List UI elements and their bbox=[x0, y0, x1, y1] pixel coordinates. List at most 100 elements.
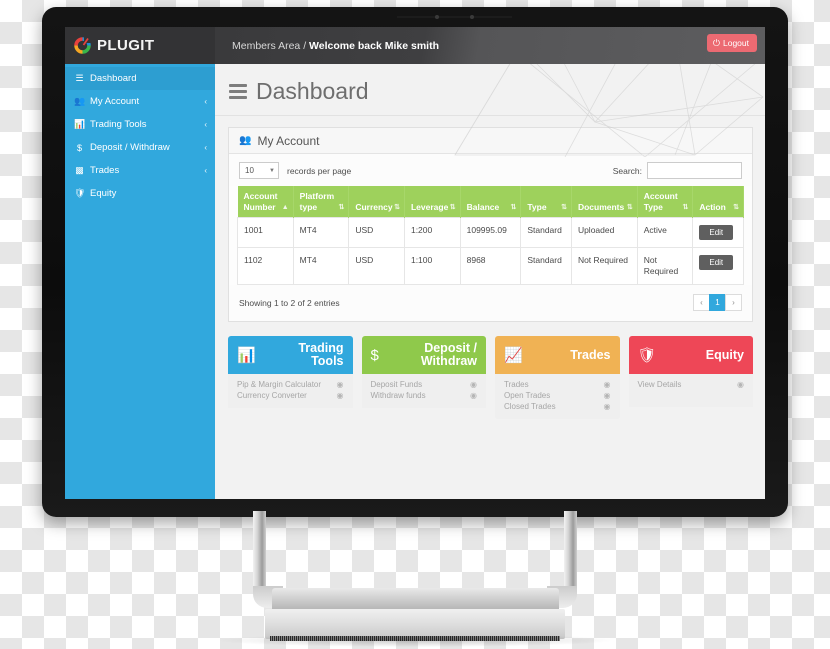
card-link[interactable]: Pip & Margin Calculator ◉ bbox=[237, 379, 344, 390]
cell-action: Edit bbox=[692, 217, 744, 249]
topbar: PLUGIT Members Area / Welcome back Mike … bbox=[65, 27, 765, 64]
pagination-next[interactable]: › bbox=[725, 294, 742, 312]
page-background: PLUGIT Members Area / Welcome back Mike … bbox=[0, 0, 830, 649]
brand[interactable]: PLUGIT bbox=[65, 27, 215, 64]
card-title: Trades bbox=[570, 347, 611, 363]
sidebar-item-deposit-withdraw[interactable]: $ Deposit / Withdraw ‹ bbox=[65, 136, 215, 159]
card-link[interactable]: Deposit Funds ◉ bbox=[371, 379, 478, 390]
column-label: Documents bbox=[577, 201, 625, 212]
column-label: Type bbox=[527, 201, 547, 212]
dollar-icon: $ bbox=[76, 142, 82, 153]
card-body: Pip & Margin Calculator ◉ Currency Conve… bbox=[228, 374, 353, 409]
column-header-leverage[interactable]: Leverage ⇅ bbox=[404, 186, 461, 218]
card-link-label: Pip & Margin Calculator bbox=[237, 380, 322, 390]
users-icon: 👥 bbox=[74, 96, 86, 106]
records-per-page-label: records per page bbox=[287, 165, 352, 176]
card-link[interactable]: Closed Trades ◉ bbox=[504, 401, 611, 412]
sidebar-item-equity[interactable]: 🛡 Equity bbox=[65, 182, 215, 205]
column-header-balance[interactable]: Balance ⇅ bbox=[460, 186, 522, 218]
card-equity[interactable]: 🛡 Equity View Details ◉ bbox=[628, 336, 753, 419]
table-body: 1001 MT4 USD 1:200 109995.09 Standard Up… bbox=[237, 217, 744, 286]
search-area: Search: bbox=[613, 162, 742, 179]
column-label: Currency bbox=[355, 201, 393, 212]
breadcrumb-prefix[interactable]: Members Area / bbox=[232, 40, 306, 52]
monitor-device: PLUGIT Members Area / Welcome back Mike … bbox=[42, 7, 788, 517]
sort-icon: ⇅ bbox=[510, 203, 517, 211]
card-link[interactable]: Withdraw funds ◉ bbox=[371, 390, 478, 401]
circle-arrow-icon: ◉ bbox=[336, 391, 344, 401]
logout-button[interactable]: ⏻ Logout bbox=[706, 34, 757, 52]
monitor-stand-top bbox=[272, 588, 559, 610]
cell-currency: USD bbox=[348, 247, 405, 286]
plugit-ring-logo-icon bbox=[74, 37, 91, 54]
records-per-page-select[interactable]: 10 ▼ bbox=[239, 162, 279, 179]
card-header: 🛡 Equity bbox=[628, 336, 753, 375]
card-link-label: Deposit Funds bbox=[370, 380, 423, 390]
column-label: Leverage bbox=[410, 201, 449, 212]
search-input[interactable] bbox=[647, 162, 742, 179]
card-deposit-withdraw[interactable]: $ Deposit / Withdraw Deposit Funds ◉ Wit… bbox=[361, 336, 486, 419]
cell-leverage: 1:100 bbox=[403, 247, 461, 286]
sidebar-item-my-account[interactable]: 👥 My Account ‹ bbox=[65, 90, 215, 113]
card-link[interactable]: View Details ◉ bbox=[638, 379, 745, 390]
cell-documents: Uploaded bbox=[570, 217, 638, 249]
sidebar-caret: ‹ bbox=[204, 166, 207, 175]
card-trades[interactable]: 📈 Trades Trades ◉ Open Trades ◉ Closed T… bbox=[495, 336, 620, 420]
column-header-type[interactable]: Type ⇅ bbox=[520, 186, 572, 218]
card-link[interactable]: Currency Converter ◉ bbox=[237, 390, 344, 401]
edit-button[interactable]: Edit bbox=[699, 225, 734, 241]
column-header-account-number[interactable]: Account Number ▲ bbox=[237, 186, 294, 218]
card-title-line1: Trades bbox=[570, 347, 611, 362]
column-header-currency[interactable]: Currency ⇅ bbox=[348, 186, 405, 218]
edit-button[interactable]: Edit bbox=[699, 255, 734, 271]
users-icon: 👥 bbox=[239, 135, 252, 146]
card-body: Deposit Funds ◉ Withdraw funds ◉ bbox=[361, 374, 486, 409]
column-header-account-type[interactable]: Account Type ⇅ bbox=[637, 186, 694, 218]
chevron-down-icon: ▼ bbox=[269, 167, 275, 174]
card-header: 📊 Trading Tools bbox=[228, 336, 353, 375]
power-icon: ⏻ bbox=[712, 37, 720, 48]
card-title: Trading Tools bbox=[298, 341, 344, 369]
main-content: Dashboard 👥 My Account 10 ▼ records per … bbox=[215, 64, 765, 499]
column-header-platform-type[interactable]: Platform type ⇅ bbox=[293, 186, 350, 218]
cell-currency: USD bbox=[348, 217, 405, 249]
sidebar-item-label: My Account bbox=[90, 96, 140, 107]
pagination-page-1[interactable]: 1 bbox=[709, 294, 726, 312]
column-header-action[interactable]: Action ⇅ bbox=[692, 186, 744, 218]
sidebar-item-label: Trades bbox=[90, 165, 120, 176]
cell-account-type: Active bbox=[636, 217, 694, 249]
sidebar-item-dashboard[interactable]: ☰ Dashboard bbox=[65, 67, 215, 90]
card-body: View Details ◉ bbox=[628, 374, 753, 408]
circle-arrow-icon: ◉ bbox=[470, 380, 477, 390]
entries-info: Showing 1 to 2 of 2 entries bbox=[239, 297, 340, 308]
camera-strip bbox=[397, 16, 512, 18]
card-title: Equity bbox=[706, 348, 744, 363]
hamburger-icon[interactable] bbox=[229, 84, 247, 99]
column-label: Account Number bbox=[243, 191, 278, 212]
sort-icon: ⇅ bbox=[561, 203, 567, 211]
sidebar-caret: ‹ bbox=[204, 97, 207, 106]
card-link-label: Trades bbox=[504, 380, 529, 390]
column-header-documents[interactable]: Documents ⇅ bbox=[571, 186, 638, 218]
brand-name: PLUGIT bbox=[97, 37, 155, 54]
page-header: Dashboard bbox=[215, 64, 765, 116]
sidebar-item-trading-tools[interactable]: 📊 Trading Tools ‹ bbox=[65, 113, 215, 136]
column-label: Account Type bbox=[643, 191, 678, 212]
card-link[interactable]: Trades ◉ bbox=[504, 379, 611, 390]
dollar-icon: $ bbox=[370, 346, 379, 364]
shield-icon: 🛡 bbox=[74, 188, 86, 198]
sidebar-item-trades[interactable]: ▩ Trades ‹ bbox=[65, 159, 215, 182]
cell-balance: 109995.09 bbox=[459, 217, 522, 249]
records-per-page-value: 10 bbox=[245, 166, 254, 175]
card-link[interactable]: Open Trades ◉ bbox=[504, 390, 611, 401]
monitor-shadow bbox=[220, 636, 610, 647]
cell-platform-type: MT4 bbox=[292, 217, 350, 249]
card-trading-tools[interactable]: 📊 Trading Tools Pip & Margin Calculator … bbox=[228, 336, 353, 419]
cell-account-number: 1102 bbox=[237, 247, 294, 286]
sort-icon: ⇅ bbox=[449, 203, 456, 211]
table-controls: 10 ▼ records per page Search: bbox=[229, 154, 752, 186]
pagination-prev[interactable]: ‹ bbox=[693, 294, 710, 312]
card-title-line2: Tools bbox=[311, 354, 344, 369]
card-link-label: Withdraw funds bbox=[370, 391, 426, 401]
table-footer: Showing 1 to 2 of 2 entries ‹ 1 › bbox=[229, 285, 752, 322]
